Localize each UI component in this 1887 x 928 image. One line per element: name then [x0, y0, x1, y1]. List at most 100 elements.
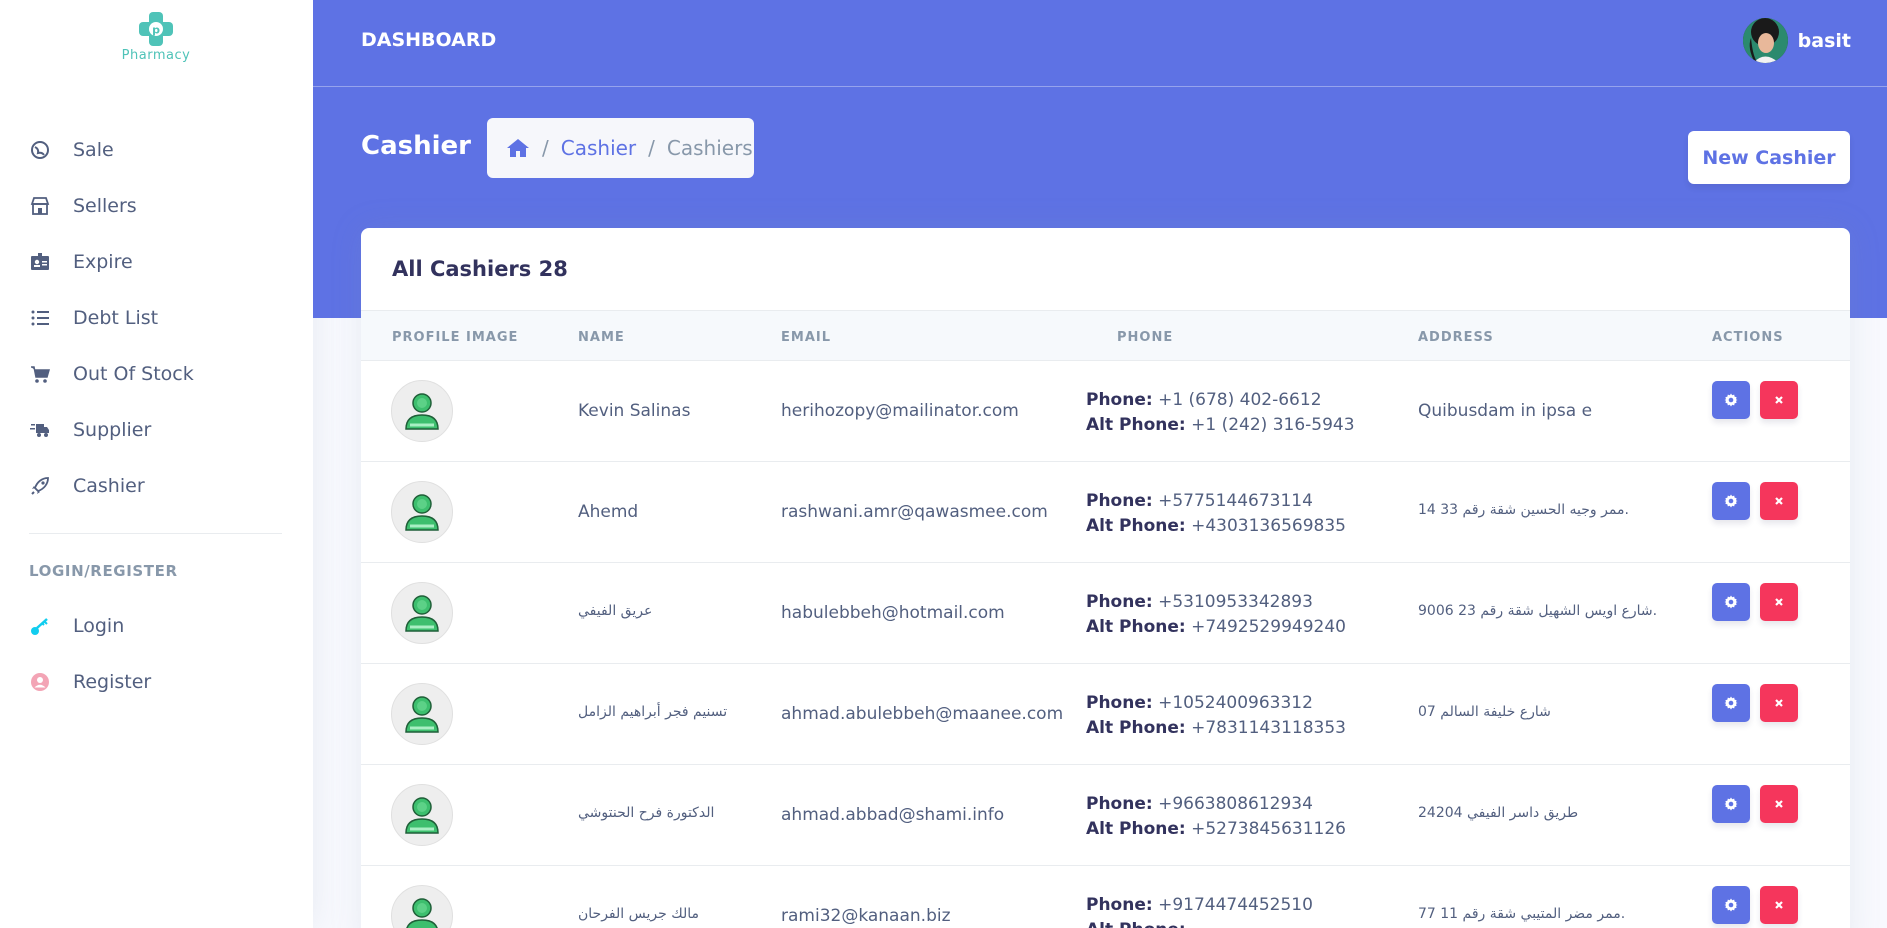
alt-phone-label: Alt Phone:: [1086, 415, 1186, 435]
close-icon: [1774, 496, 1784, 506]
svg-text:p: p: [152, 24, 160, 37]
breadcrumb: / Cashier / Cashiers: [487, 118, 754, 178]
sidebar-item-register[interactable]: Register: [0, 654, 313, 710]
pharmacy-logo-icon: p: [139, 12, 173, 46]
delete-button[interactable]: [1760, 886, 1798, 924]
edit-button[interactable]: [1712, 684, 1750, 722]
sidebar-item-sale[interactable]: Sale: [0, 122, 313, 178]
sidebar-item-label: Cashier: [73, 475, 145, 497]
phone-label: Phone:: [1086, 693, 1153, 713]
delete-button[interactable]: [1760, 482, 1798, 520]
sidebar-item-label: Out Of Stock: [73, 363, 194, 385]
close-icon: [1774, 597, 1784, 607]
auth-nav: Login Register: [0, 598, 313, 710]
edit-button[interactable]: [1712, 381, 1750, 419]
cashier-email: herihozopy@mailinator.com: [781, 401, 1019, 421]
topbar: DASHBOARD basit: [313, 0, 1887, 87]
cashier-phones: Phone: +1 (678) 402-6612 Alt Phone: +1 (2…: [1086, 388, 1355, 438]
close-icon: [1774, 395, 1784, 405]
sidebar-item-out-of-stock[interactable]: Out Of Stock: [0, 346, 313, 402]
sidebar-item-label: Login: [73, 615, 125, 637]
sidebar-nav: Sale Sellers Expire Debt List Out Of Sto…: [0, 122, 313, 514]
cashier-address: 07 شارع خليفة السالم: [1418, 704, 1551, 720]
cashier-address: 77 11 ممر مضر المتيبي شقة رقم.: [1418, 906, 1626, 922]
store-icon: [29, 195, 51, 217]
cashier-name: عريق الفيفي: [578, 603, 653, 619]
phone-value: +1052400963312: [1158, 693, 1313, 713]
column-header-phone: PHONE: [1117, 330, 1174, 345]
delete-button[interactable]: [1760, 684, 1798, 722]
logo[interactable]: p Pharmacy: [119, 12, 193, 63]
gear-icon: [1724, 393, 1738, 407]
sidebar-item-label: Register: [73, 671, 152, 693]
phone-label: Phone:: [1086, 592, 1153, 612]
topbar-title[interactable]: DASHBOARD: [361, 29, 496, 51]
table-row: Ahemd rashwani.amr@qawasmee.com Phone: +57…: [361, 462, 1850, 563]
phone-value: +1 (678) 402-6612: [1158, 390, 1322, 410]
sidebar-divider: [29, 533, 282, 534]
cashier-phones: Phone: +5775144673114 Alt Phone: +4303136…: [1086, 489, 1346, 539]
user-circle-icon: [29, 671, 51, 693]
table-row: Kevin Salinas herihozopy@mailinator.com Ph…: [361, 361, 1850, 462]
table-row: عريق الفيفي habulebbeh@hotmail.com Phone: …: [361, 563, 1850, 664]
list-icon: [29, 307, 51, 329]
delivery-truck-icon: [29, 419, 51, 441]
globe-icon: [29, 139, 51, 161]
gear-icon: [1724, 494, 1738, 508]
profile-image: [391, 582, 453, 644]
gear-icon: [1724, 898, 1738, 912]
sidebar-item-sellers[interactable]: Sellers: [0, 178, 313, 234]
sidebar-section-heading: LOGIN/REGISTER: [29, 562, 178, 580]
cart-icon: [29, 363, 51, 385]
edit-button[interactable]: [1712, 886, 1750, 924]
column-header-email: EMAIL: [781, 330, 831, 345]
cashier-email: rashwani.amr@qawasmee.com: [781, 502, 1048, 522]
sidebar-item-label: Debt List: [73, 307, 159, 329]
close-icon: [1774, 698, 1784, 708]
page-title: Cashier: [361, 131, 471, 161]
cashier-address: 24204 طريق داسر الفيفي: [1418, 805, 1579, 821]
new-cashier-button[interactable]: New Cashier: [1688, 131, 1850, 184]
cashier-name: تسنيم فجر أبراهيم الزامل: [578, 704, 728, 720]
delete-button[interactable]: [1760, 785, 1798, 823]
phone-value: +9174474452510: [1158, 895, 1313, 915]
edit-button[interactable]: [1712, 583, 1750, 621]
cashier-address: Quibusdam in ipsa e: [1418, 401, 1593, 421]
breadcrumb-link-cashier[interactable]: Cashier: [561, 136, 636, 160]
delete-button[interactable]: [1760, 583, 1798, 621]
delete-button[interactable]: [1760, 381, 1798, 419]
sidebar-item-login[interactable]: Login: [0, 598, 313, 654]
cashier-name: الدكتورة فرح الحنتوشي: [578, 805, 715, 821]
id-badge-icon: [29, 251, 51, 273]
cashier-email: ahmad.abbad@shami.info: [781, 805, 1005, 825]
sidebar-item-supplier[interactable]: Supplier: [0, 402, 313, 458]
profile-image: [391, 683, 453, 745]
edit-button[interactable]: [1712, 785, 1750, 823]
rocket-icon: [29, 475, 51, 497]
cashier-email: habulebbeh@hotmail.com: [781, 603, 1005, 623]
edit-button[interactable]: [1712, 482, 1750, 520]
alt-phone-label: Alt Phone:: [1086, 718, 1186, 738]
phone-label: Phone:: [1086, 794, 1153, 814]
home-icon[interactable]: [506, 138, 530, 158]
logo-text: Pharmacy: [121, 48, 191, 63]
alt-phone-value: +1 (242) 316-5943: [1191, 415, 1355, 435]
sidebar-item-cashier[interactable]: Cashier: [0, 458, 313, 514]
user-menu[interactable]: basit: [1742, 18, 1851, 63]
phone-label: Phone:: [1086, 895, 1153, 915]
cashier-name: Ahemd: [578, 502, 639, 522]
phone-label: Phone:: [1086, 491, 1153, 511]
column-header-profile-image: PROFILE IMAGE: [392, 330, 519, 345]
alt-phone-value: +5273845631126: [1191, 819, 1346, 839]
sidebar-item-debt-list[interactable]: Debt List: [0, 290, 313, 346]
cashier-phones: Phone: +5310953342893 Alt Phone: +7492529…: [1086, 590, 1346, 640]
profile-image: [391, 380, 453, 442]
alt-phone-label: Alt Phone:: [1086, 516, 1186, 536]
avatar: [1742, 18, 1788, 63]
sidebar-item-expire[interactable]: Expire: [0, 234, 313, 290]
breadcrumb-active-cashiers: Cashiers: [666, 136, 753, 160]
cashier-name: مالك جريس الفرحان: [578, 906, 700, 922]
sidebar: p Pharmacy Sale Sellers Expire Debt List…: [0, 0, 313, 928]
column-header-address: ADDRESS: [1418, 330, 1494, 345]
sidebar-item-label: Sellers: [73, 195, 137, 217]
